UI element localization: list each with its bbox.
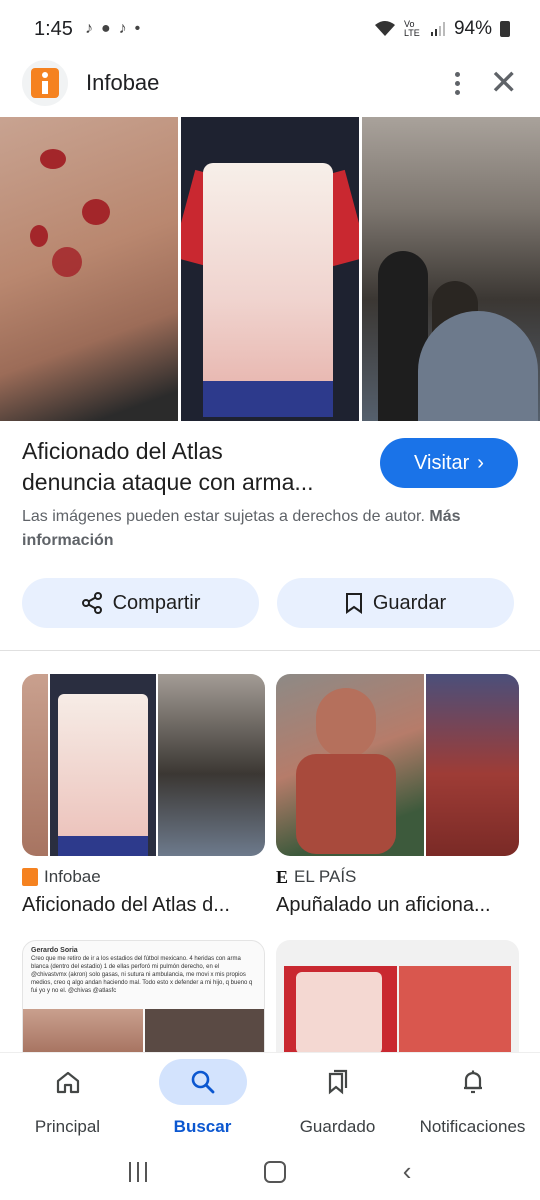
result-source: Infobae (44, 867, 101, 886)
nav-buscar[interactable]: Buscar (135, 1053, 270, 1143)
back-icon[interactable]: ‹ (403, 1156, 412, 1187)
network-type: Vo LTE (403, 19, 420, 38)
wifi-icon (374, 21, 395, 36)
share-label: Compartir (112, 591, 201, 614)
result-card[interactable] (276, 940, 519, 1054)
hero-photo-crowd (362, 117, 540, 421)
visit-button[interactable]: Visitar › (380, 438, 518, 488)
result-card[interactable]: Infobae Aficionado del Atlas d... (22, 674, 265, 917)
tiktok-notification-icon-2: ♪ (118, 20, 127, 37)
status-time: 1:45 (34, 17, 73, 40)
battery-icon (500, 21, 510, 37)
article-title-line1: Aficionado del Atlas (22, 438, 223, 464)
nav-label: Principal (34, 1117, 101, 1136)
infobae-logo-icon (31, 68, 59, 98)
bookmark-icon (345, 593, 362, 614)
result-source: EL PAÍS (294, 867, 357, 886)
bell-icon (463, 1070, 482, 1094)
infobae-source-icon (22, 868, 38, 886)
share-icon (81, 592, 102, 614)
site-title[interactable]: Infobae (86, 70, 159, 96)
nav-label: Notificaciones (419, 1117, 526, 1136)
nav-guardado[interactable]: Guardado (270, 1053, 405, 1143)
bookmarks-icon (328, 1069, 347, 1095)
save-button[interactable]: Guardar (277, 578, 514, 628)
save-label: Guardar (372, 591, 447, 614)
tweet-text: Creo que me retiro de ir a los estadios … (31, 956, 253, 994)
result-thumbnail: Gerardo Soria Creo que me retiro de ir a… (22, 940, 265, 1054)
nav-label: Guardado (299, 1117, 376, 1136)
result-card[interactable]: Gerardo Soria Creo que me retiro de ir a… (22, 940, 265, 1054)
copyright-notice: Las imágenes pueden estar sujetas a dere… (22, 505, 472, 553)
search-icon (191, 1070, 214, 1094)
result-card[interactable]: E EL PAÍS Apuñalado un aficiona... (276, 674, 519, 917)
nav-label: Buscar (173, 1117, 232, 1136)
result-thumbnail (276, 940, 519, 1054)
home-button-icon[interactable] (263, 1160, 286, 1183)
message-notification-icon: ● (100, 20, 111, 37)
article-title[interactable]: Aficionado del Atlas denuncia ataque con… (22, 436, 362, 498)
signal-icon (430, 22, 445, 36)
close-icon[interactable]: ✕ (490, 66, 519, 100)
system-navigation-bar: ‹ (0, 1143, 540, 1200)
hero-photo-shirt (181, 117, 359, 421)
more-notifications-dot-icon: • (134, 20, 141, 37)
viewer-header: Infobae ✕ (0, 58, 540, 108)
chevron-right-icon: › (477, 451, 484, 474)
home-icon (56, 1071, 79, 1094)
section-divider (0, 650, 540, 651)
tweet-author: Gerardo Soria (31, 947, 78, 954)
nav-notificaciones[interactable]: Notificaciones (405, 1053, 540, 1143)
status-bar: 1:45 ♪ ● ♪ • Vo LTE 94% (0, 0, 540, 58)
result-title: Aficionado del Atlas d... (22, 894, 230, 916)
result-title: Apuñalado un aficiona... (276, 894, 491, 916)
copyright-text: Las imágenes pueden estar sujetas a dere… (22, 508, 425, 525)
elpais-source-icon: E (276, 866, 289, 887)
recents-icon[interactable] (128, 1161, 147, 1182)
article-title-line2: denuncia ataque con arma... (22, 469, 314, 495)
share-button[interactable]: Compartir (22, 578, 259, 628)
battery-percent: 94% (453, 18, 492, 39)
tiktok-notification-icon: ♪ (84, 20, 93, 37)
hero-image[interactable] (0, 117, 540, 421)
more-options-icon[interactable] (454, 71, 460, 95)
infobae-logo[interactable] (22, 60, 68, 106)
result-thumbnail (22, 674, 265, 856)
nav-principal[interactable]: Principal (0, 1053, 135, 1143)
visit-button-label: Visitar (414, 451, 470, 474)
bottom-navigation: Principal Buscar Guardado Notificaciones (0, 1053, 540, 1143)
hero-photo-wounds (0, 117, 178, 421)
result-thumbnail (276, 674, 519, 856)
